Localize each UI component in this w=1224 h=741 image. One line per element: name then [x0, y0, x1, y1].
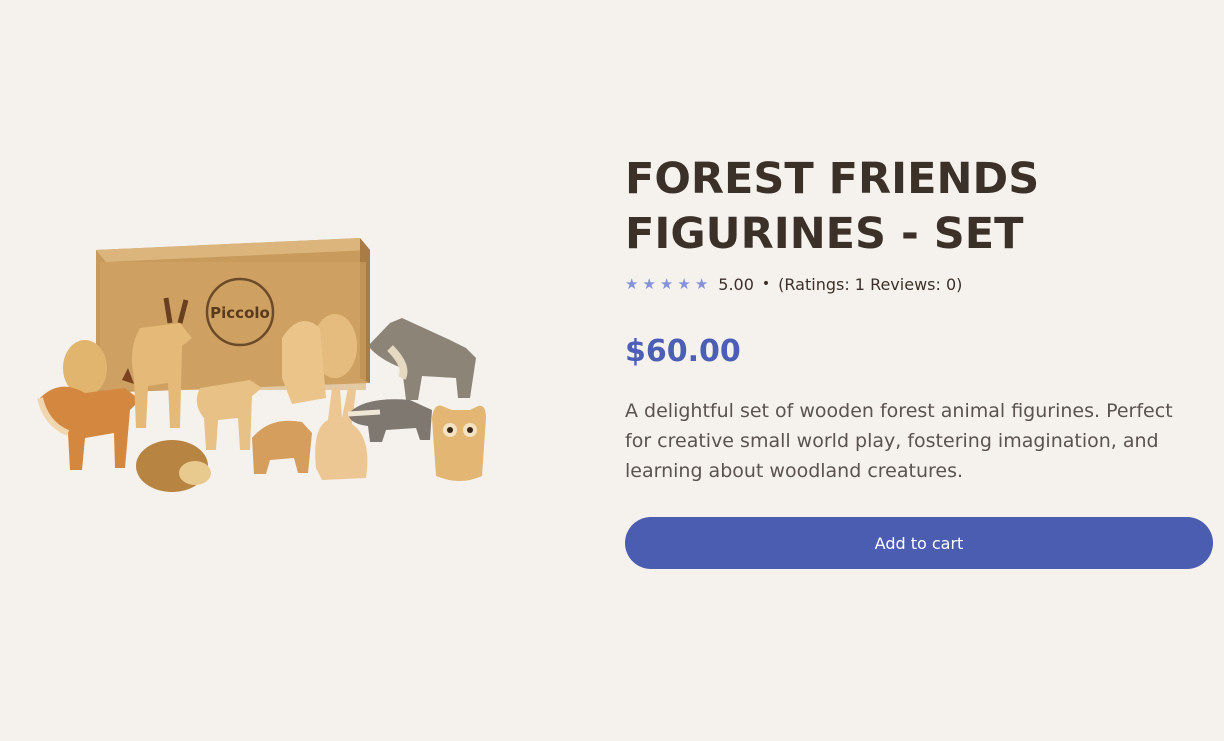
badger-stripe: [347, 409, 381, 417]
product-page: Piccolo FOREST FRIENDS FIGURINES - SET ★…: [0, 0, 1224, 741]
star-icon: ★: [625, 274, 639, 293]
product-price: $60.00: [625, 334, 741, 369]
owl-figurine: [432, 405, 486, 481]
product-info: FOREST FRIENDS FIGURINES - SET ★ ★ ★ ★ ★…: [625, 152, 1215, 569]
owl-pupil-right: [467, 427, 473, 433]
rating-separator: •: [761, 276, 771, 292]
box-logo-text: Piccolo: [210, 304, 270, 322]
bear-figurine: [252, 420, 312, 474]
wolf-figurine: [368, 318, 476, 400]
star-icon: ★: [677, 274, 691, 293]
squirrel-right-figurine: [282, 320, 326, 404]
rating-summary[interactable]: (Ratings: 1 Reviews: 0): [778, 275, 962, 294]
star-icon: ★: [694, 274, 709, 293]
product-title: FOREST FRIENDS FIGURINES - SET: [625, 154, 1040, 259]
rating-stars: ★ ★ ★ ★ ★: [625, 274, 709, 293]
star-icon: ★: [659, 274, 674, 293]
hedgehog-face: [179, 461, 211, 485]
product-image: Piccolo: [30, 228, 500, 513]
rabbit-figurine: [315, 388, 368, 480]
owl-pupil-left: [447, 427, 453, 433]
product-illustration: Piccolo: [37, 238, 486, 492]
product-rating: ★ ★ ★ ★ ★ 5.00 • (Ratings: 1 Reviews: 0): [625, 272, 1215, 296]
rating-value: 5.00: [718, 274, 754, 294]
add-to-cart-button[interactable]: Add to cart: [625, 517, 1213, 569]
product-description: A delightful set of wooden forest animal…: [625, 400, 1173, 482]
star-icon: ★: [642, 274, 656, 293]
